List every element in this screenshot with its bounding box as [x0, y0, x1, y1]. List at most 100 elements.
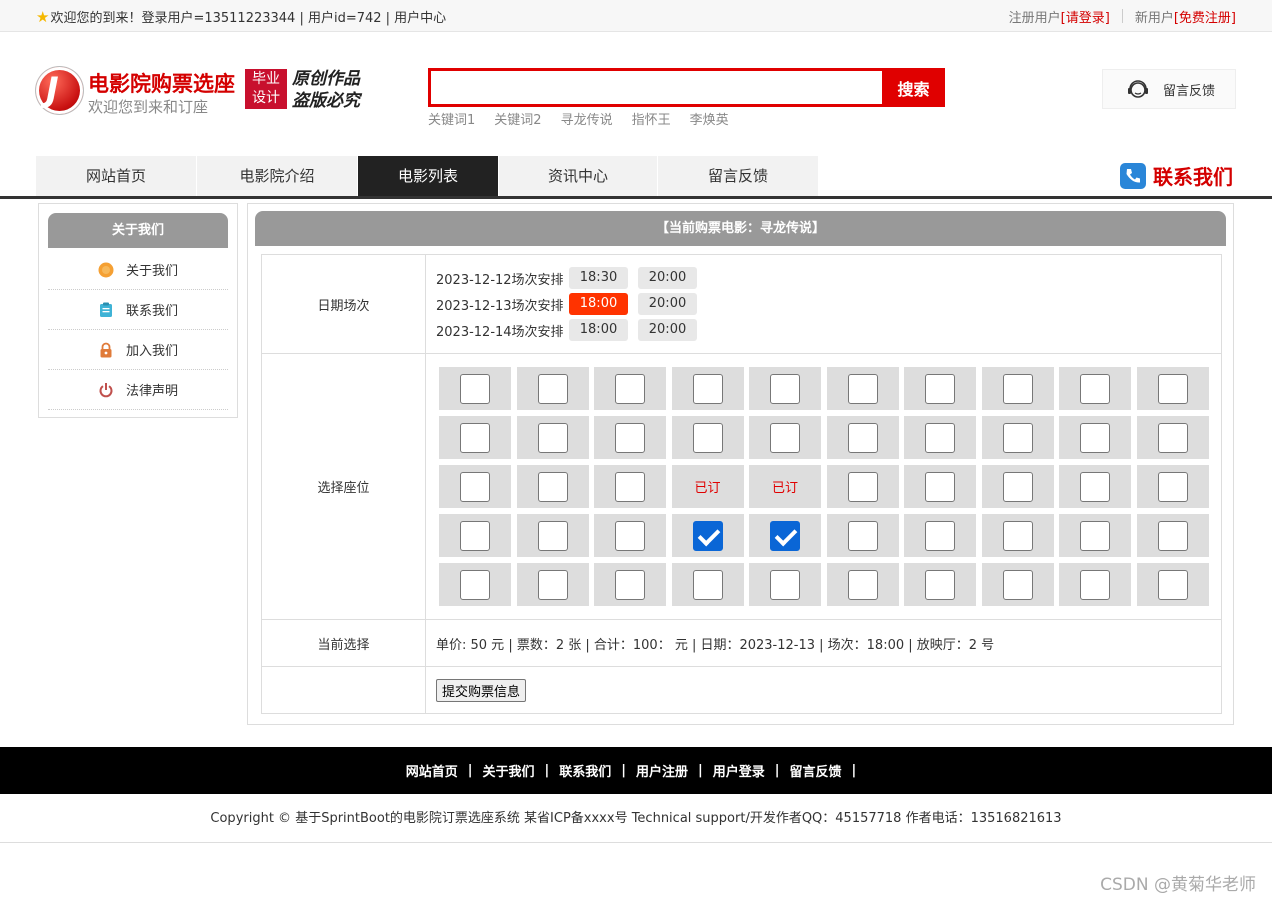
keyword-link[interactable]: 李焕英 [690, 109, 729, 128]
seat-2-10[interactable] [1136, 416, 1209, 459]
seat-4-5[interactable] [749, 514, 821, 557]
seat-checkbox[interactable] [925, 520, 955, 551]
seat-checkbox[interactable] [847, 520, 878, 551]
seat-checkbox[interactable] [537, 520, 568, 551]
seat-checkbox[interactable] [460, 422, 490, 453]
seat-5-4[interactable] [671, 563, 744, 606]
nav-item-cinema-intro[interactable]: 电影院介绍 [197, 156, 357, 196]
feedback-button[interactable]: 留言反馈 [1102, 69, 1236, 109]
seat-4-1[interactable] [439, 514, 511, 557]
seat-checkbox[interactable] [1002, 422, 1033, 453]
seat-checkbox[interactable] [460, 471, 490, 502]
seat-checkbox[interactable] [1080, 569, 1110, 600]
keyword-link[interactable]: 寻龙传说 [561, 109, 613, 128]
seat-2-3[interactable] [594, 416, 666, 459]
sidebar-item-about[interactable]: 关于我们 [48, 250, 228, 290]
login-link[interactable]: [请登录] [1061, 7, 1110, 26]
seat-checkbox[interactable] [537, 471, 568, 502]
seat-5-3[interactable] [594, 563, 666, 606]
seat-checkbox[interactable] [537, 373, 568, 404]
footer-link[interactable]: 联系我们 [559, 761, 611, 780]
seat-2-2[interactable] [516, 416, 589, 459]
seat-2-7[interactable] [904, 416, 976, 459]
seat-1-4[interactable] [671, 367, 744, 410]
seat-4-9[interactable] [1059, 514, 1131, 557]
seat-checkbox[interactable] [770, 373, 800, 404]
seat-checkbox[interactable] [460, 520, 490, 551]
seat-checkbox[interactable] [460, 569, 490, 600]
seat-1-10[interactable] [1136, 367, 1209, 410]
showtime-slot-selected[interactable]: 18:00 [569, 293, 628, 315]
sidebar-item-legal[interactable]: 法律声明 [48, 370, 228, 410]
sidebar-item-join[interactable]: 加入我们 [48, 330, 228, 370]
seat-2-5[interactable] [749, 416, 821, 459]
seat-1-3[interactable] [594, 367, 666, 410]
seat-1-6[interactable] [826, 367, 899, 410]
seat-checkbox[interactable] [1002, 471, 1033, 502]
search-button[interactable]: 搜索 [882, 68, 945, 107]
nav-item-news[interactable]: 资讯中心 [499, 156, 657, 196]
seat-1-9[interactable] [1059, 367, 1131, 410]
seat-checkbox[interactable] [460, 373, 490, 404]
footer-link[interactable]: 留言反馈 [790, 761, 842, 780]
showtime-slot[interactable]: 18:30 [569, 267, 628, 289]
seat-checkbox[interactable] [925, 471, 955, 502]
seat-4-3[interactable] [594, 514, 666, 557]
seat-checkbox[interactable] [692, 373, 723, 404]
seat-checkbox[interactable] [692, 422, 723, 453]
seat-1-7[interactable] [904, 367, 976, 410]
seat-checkbox[interactable] [847, 569, 878, 600]
seat-3-2[interactable] [516, 465, 589, 508]
seat-5-1[interactable] [439, 563, 511, 606]
seat-3-1[interactable] [439, 465, 511, 508]
seat-checkbox[interactable] [770, 569, 800, 600]
seat-1-8[interactable] [981, 367, 1054, 410]
nav-item-movie-list[interactable]: 电影列表 [358, 156, 498, 196]
seat-checkbox[interactable] [1157, 471, 1188, 502]
seat-checkbox[interactable] [847, 422, 878, 453]
seat-checkbox[interactable] [1080, 471, 1110, 502]
seat-checkbox[interactable] [537, 569, 568, 600]
seat-4-2[interactable] [516, 514, 589, 557]
seat-checkbox[interactable] [1157, 422, 1188, 453]
footer-link[interactable]: 用户注册 [636, 761, 688, 780]
seat-checkbox[interactable] [1080, 373, 1110, 404]
register-link[interactable]: [免费注册] [1174, 7, 1236, 26]
seat-checkbox[interactable] [770, 422, 800, 453]
seat-checkbox[interactable] [615, 569, 645, 600]
sidebar-item-contact[interactable]: 联系我们 [48, 290, 228, 330]
seat-4-6[interactable] [826, 514, 899, 557]
seat-checkbox[interactable] [1157, 520, 1188, 551]
seat-5-7[interactable] [904, 563, 976, 606]
seat-4-4[interactable] [671, 514, 744, 557]
seat-checkbox[interactable] [615, 520, 645, 551]
seat-3-6[interactable] [826, 465, 899, 508]
footer-link[interactable]: 用户登录 [713, 761, 765, 780]
seat-4-8[interactable] [981, 514, 1054, 557]
seat-3-7[interactable] [904, 465, 976, 508]
seat-checkbox[interactable] [1002, 569, 1033, 600]
footer-link[interactable]: 关于我们 [482, 761, 534, 780]
seat-checkbox[interactable] [615, 471, 645, 502]
showtime-slot[interactable]: 20:00 [638, 267, 697, 289]
keyword-link[interactable]: 指怀王 [632, 109, 671, 128]
seat-checkbox[interactable] [1080, 422, 1110, 453]
seat-1-5[interactable] [749, 367, 821, 410]
seat-3-8[interactable] [981, 465, 1054, 508]
keyword-link[interactable]: 关键词1 [428, 109, 475, 128]
footer-link[interactable]: 网站首页 [406, 761, 458, 780]
seat-4-10[interactable] [1136, 514, 1209, 557]
seat-checkbox[interactable] [615, 373, 645, 404]
seat-checkbox[interactable] [1002, 373, 1033, 404]
nav-item-home[interactable]: 网站首页 [36, 156, 196, 196]
seat-checkbox-checked[interactable] [692, 520, 723, 551]
seat-3-9[interactable] [1059, 465, 1131, 508]
seat-checkbox[interactable] [692, 569, 723, 600]
seat-checkbox[interactable] [615, 422, 645, 453]
seat-2-1[interactable] [439, 416, 511, 459]
seat-4-7[interactable] [904, 514, 976, 557]
seat-checkbox[interactable] [925, 569, 955, 600]
keyword-link[interactable]: 关键词2 [494, 109, 541, 128]
submit-ticket-button[interactable]: 提交购票信息 [436, 678, 527, 702]
logo-icon[interactable]: J [36, 67, 83, 114]
